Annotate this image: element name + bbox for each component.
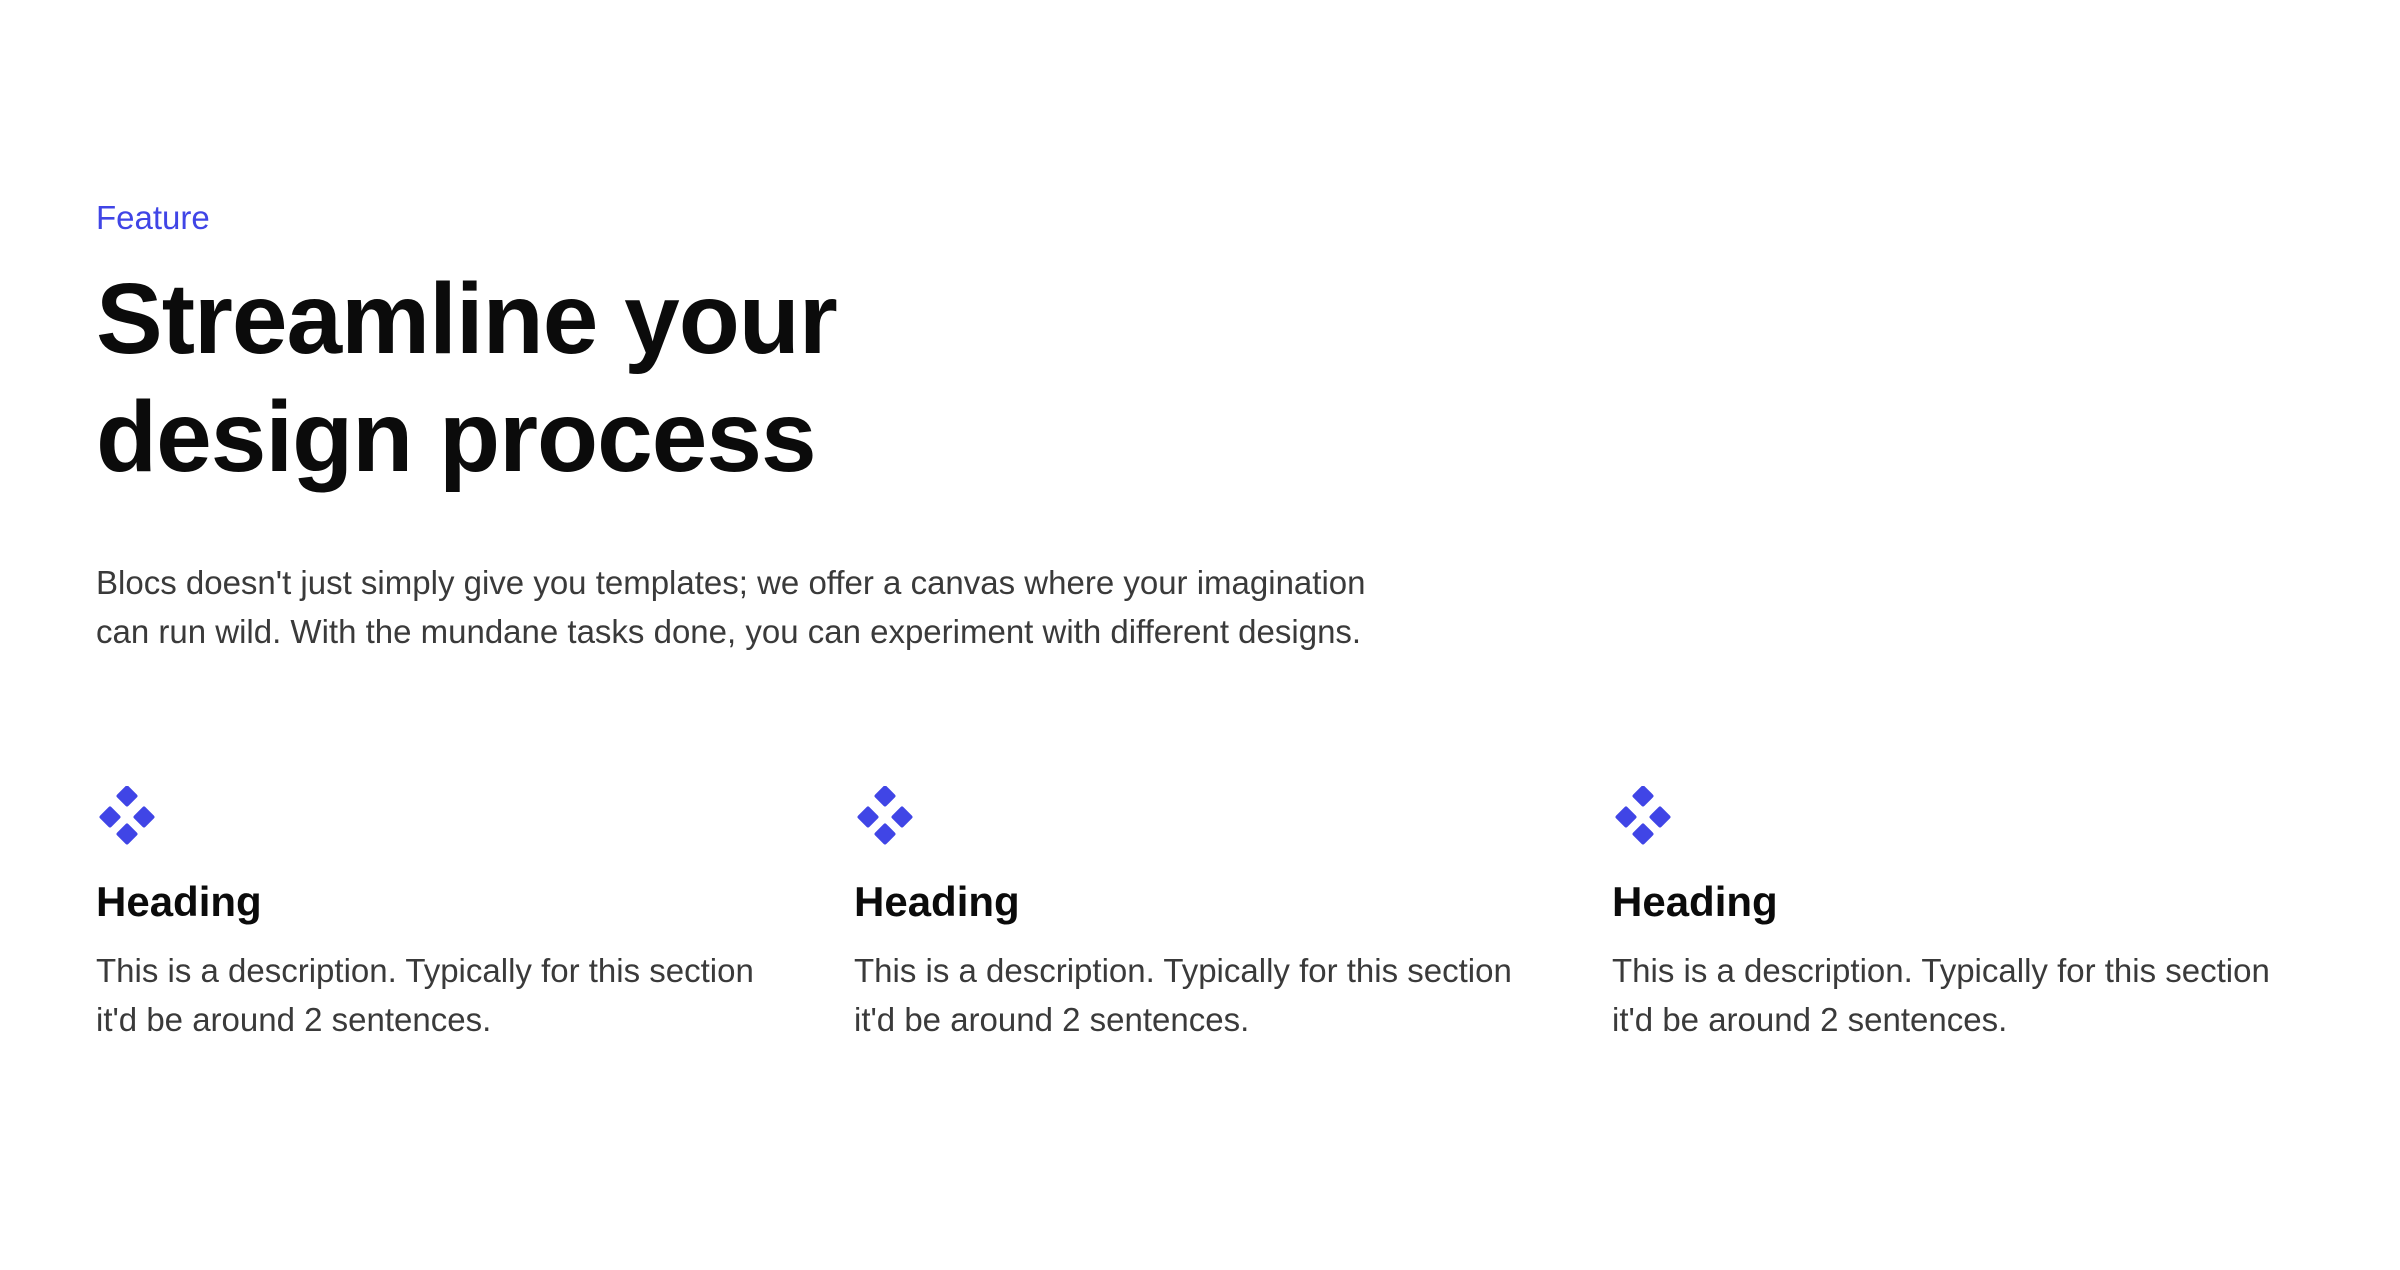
- feature-heading: Heading: [1612, 878, 1778, 925]
- feature-heading: Heading: [854, 878, 1020, 925]
- diamond-cluster-icon: [1615, 786, 1671, 845]
- feature-card-2: Heading This is a description. Typically…: [854, 786, 1562, 1044]
- feature-card-3: Heading This is a description. Typically…: [1612, 786, 2320, 1044]
- feature-description: This is a description. Typically for thi…: [1612, 952, 2270, 1038]
- feature-description: This is a description. Typically for thi…: [96, 952, 754, 1038]
- title-line-1: Streamline your: [96, 263, 838, 375]
- lead-paragraph: Blocs doesn't just simply give you templ…: [96, 564, 1366, 650]
- diamond-cluster-icon: [857, 786, 913, 845]
- feature-section: Feature Streamline your design process B…: [0, 0, 2400, 1270]
- feature-heading: Heading: [96, 878, 262, 925]
- eyebrow-label: Feature: [96, 199, 210, 236]
- title-line-2: design process: [96, 381, 817, 493]
- feature-grid: Heading This is a description. Typically…: [96, 786, 2304, 1044]
- page-title: Streamline your design process: [96, 260, 996, 496]
- feature-description: This is a description. Typically for thi…: [854, 952, 1512, 1038]
- feature-card-1: Heading This is a description. Typically…: [96, 786, 804, 1044]
- diamond-cluster-icon: [99, 786, 155, 845]
